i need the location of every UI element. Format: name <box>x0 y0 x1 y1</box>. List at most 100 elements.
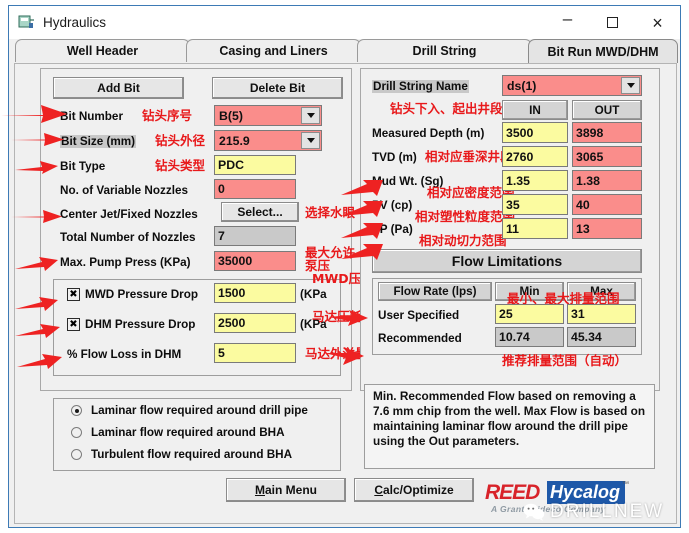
add-bit-button[interactable]: Add Bit <box>53 77 184 99</box>
drill-string-name-value: ds(1) <box>507 78 537 93</box>
tab-casing-and-liners[interactable]: Casing and Liners <box>186 39 361 62</box>
annotation-arrow <box>328 309 370 329</box>
annotation-arrow <box>341 178 385 198</box>
variable-nozzles-label: No. of Variable Nozzles <box>60 184 188 197</box>
select-nozzles-button[interactable]: Select... <box>221 202 299 222</box>
tab-well-header[interactable]: Well Header <box>15 39 190 62</box>
tab-drill-string[interactable]: Drill String <box>357 39 532 62</box>
recommended-label: Recommended <box>378 332 462 345</box>
tab-label: Drill String <box>412 44 477 58</box>
max-pump-press-label: Max. Pump Press (KPa) <box>60 256 191 269</box>
radio-label-laminar-bha: Laminar flow required around BHA <box>91 426 285 439</box>
radio-laminar-drill-pipe[interactable] <box>71 405 82 416</box>
close-icon: × <box>652 12 663 33</box>
radio-turbulent-bha[interactable] <box>71 449 82 460</box>
bit-size-value: 215.9 <box>219 133 250 148</box>
window-title: Hydraulics <box>43 15 107 30</box>
tab-bit-run-mwd-dhm[interactable]: Bit Run MWD/DHM <box>528 39 678 63</box>
measured-depth-label: Measured Depth (m) <box>372 127 485 140</box>
add-bit-label: Add Bit <box>97 81 140 95</box>
tab-strip: Well Header Casing and Liners Drill Stri… <box>9 39 682 63</box>
wechat-icon <box>523 503 545 521</box>
recommended-annotation: 推荐排量范围（自动） <box>502 353 628 368</box>
bit-number-annotation: 钻头序号 <box>142 108 193 123</box>
main-menu-button[interactable]: Main Menu <box>226 478 346 502</box>
delete-bit-label: Delete Bit <box>249 81 306 95</box>
variable-nozzles-field[interactable]: 0 <box>214 179 296 199</box>
select-nozzles-label: Select... <box>237 205 283 219</box>
window-controls: – × <box>545 6 680 39</box>
annotation-arrow <box>341 221 385 241</box>
user-specified-max-field[interactable]: 31 <box>567 304 636 324</box>
measured-depth-in-field[interactable]: 3500 <box>502 122 568 143</box>
logo-tm: ™ <box>622 481 629 488</box>
bit-type-field[interactable]: PDC <box>214 155 296 175</box>
annotation-arrow <box>11 130 67 148</box>
drill-string-name-label: Drill String Name <box>372 80 469 93</box>
main-menu-rest: ain Menu <box>264 483 317 497</box>
chevron-down-icon[interactable] <box>301 107 320 124</box>
tvd-label: TVD (m) <box>372 151 417 164</box>
drill-string-name-combo[interactable]: ds(1) <box>502 75 642 96</box>
tab-label: Casing and Liners <box>219 44 328 58</box>
flow-rate-header: Flow Rate (lps) <box>378 282 492 301</box>
chevron-down-icon[interactable] <box>621 77 640 94</box>
title-bar: Hydraulics – × <box>9 6 680 39</box>
bit-size-annotation: 钻头外径 <box>155 133 206 148</box>
flow-limitations-title: Flow Limitations <box>372 249 642 273</box>
in-column-header: IN <box>502 100 568 120</box>
bit-type-annotation: 钻头类型 <box>155 158 206 173</box>
annotation-arrow <box>15 158 61 176</box>
radio-label-laminar-drill-pipe: Laminar flow required around drill pipe <box>91 404 308 417</box>
flow-loss-dhm-label: % Flow Loss in DHM <box>67 348 182 361</box>
tvd-in-field[interactable]: 2760 <box>502 146 568 167</box>
close-button[interactable]: × <box>635 6 680 39</box>
annotation-arrow <box>11 207 65 225</box>
max-pump-press-field[interactable]: 35000 <box>214 251 296 271</box>
center-jet-nozzles-label: Center Jet/Fixed Nozzles <box>60 208 198 221</box>
mud-weight-out-field[interactable]: 1.38 <box>572 170 642 191</box>
mud-weight-in-field[interactable]: 1.35 <box>502 170 568 191</box>
pv-annotation: 相对塑性粒度范围 <box>415 209 516 224</box>
annotation-arrow <box>15 294 61 314</box>
bit-size-label: Bit Size (mm) <box>60 135 137 148</box>
radio-label-turbulent-bha: Turbulent flow required around BHA <box>91 448 293 461</box>
radio-laminar-bha[interactable] <box>71 427 82 438</box>
flow-loss-dhm-field[interactable]: 5 <box>214 343 296 363</box>
yp-out-field[interactable]: 13 <box>572 218 642 239</box>
mwd-pressure-drop-field[interactable]: 1500 <box>214 283 296 303</box>
annotation-arrow <box>341 199 385 219</box>
pv-out-field[interactable]: 40 <box>572 194 642 215</box>
wechat-watermark: DRILLNEW <box>523 501 664 523</box>
pv-in-field[interactable]: 35 <box>502 194 568 215</box>
calc-optimize-label: Calc/Optimize <box>374 483 454 497</box>
flow-note-text: Min. Recommended Flow based on removing … <box>373 389 646 448</box>
annotation-arrow <box>15 254 61 274</box>
total-nozzles-label: Total Number of Nozzles <box>60 231 196 244</box>
main-menu-label: Main Menu <box>254 483 317 497</box>
mwd-pressure-drop-unit: (KPa <box>300 288 327 301</box>
chevron-down-icon[interactable] <box>301 132 320 149</box>
maximize-button[interactable] <box>590 6 635 39</box>
tab-content-panel: Add Bit Delete Bit Bit Number 钻头序号 B(5) … <box>14 63 677 524</box>
annotation-arrow <box>1 102 71 124</box>
minimize-button[interactable]: – <box>545 6 590 39</box>
mwd-pressure-drop-checkbox[interactable]: ✖ <box>67 288 80 301</box>
maximize-icon <box>607 16 618 30</box>
minimize-icon: – <box>562 9 573 28</box>
bit-number-combo[interactable]: B(5) <box>214 105 322 126</box>
yp-in-field[interactable]: 11 <box>502 218 568 239</box>
measured-depth-out-field[interactable]: 3898 <box>572 122 642 143</box>
bit-size-combo[interactable]: 215.9 <box>214 130 322 151</box>
user-specified-min-field[interactable]: 25 <box>495 304 564 324</box>
tvd-out-field[interactable]: 3065 <box>572 146 642 167</box>
hydraulics-window: Hydraulics – × Well Header Casing and Li… <box>1 5 682 528</box>
delete-bit-button[interactable]: Delete Bit <box>212 77 343 99</box>
user-specified-label: User Specified <box>378 309 460 322</box>
watermark-text: DRILLNEW <box>550 501 665 522</box>
calc-optimize-button[interactable]: Calc/Optimize <box>354 478 474 502</box>
dhm-pressure-drop-checkbox[interactable]: ✖ <box>67 318 80 331</box>
annotation-arrow <box>341 242 385 262</box>
dhm-pressure-drop-field[interactable]: 2500 <box>214 313 296 333</box>
tab-label: Bit Run MWD/DHM <box>547 44 659 59</box>
